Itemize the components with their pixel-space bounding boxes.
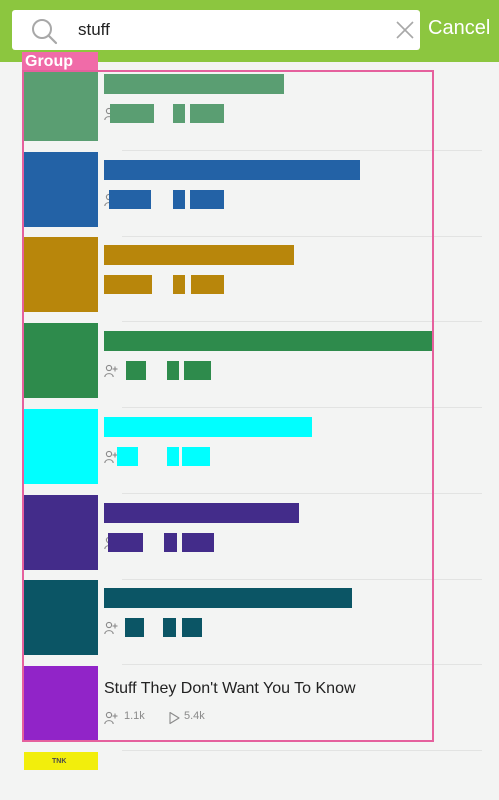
redacted-subscriber-count — [108, 533, 143, 552]
redacted-play-count — [182, 447, 210, 466]
redacted-play-icon — [173, 190, 185, 209]
partial-thumb-text: TNK — [52, 758, 67, 765]
clear-icon[interactable] — [396, 21, 414, 39]
redacted-play-count — [182, 618, 202, 637]
redacted-play-icon — [167, 447, 179, 466]
redacted-subscriber-count — [109, 190, 151, 209]
redacted-play-icon — [173, 104, 185, 123]
redacted-title — [104, 245, 294, 265]
row-divider — [122, 407, 482, 408]
result-row[interactable]: Stuff They Don't Want You To Know 1.1k 5.4… — [24, 666, 482, 751]
row-divider — [122, 321, 482, 322]
podcast-thumbnail — [24, 237, 98, 312]
podcast-thumbnail — [24, 495, 98, 570]
redacted-subscriber-count — [117, 447, 138, 466]
add-user-icon — [104, 711, 118, 725]
row-divider — [122, 750, 482, 751]
result-row[interactable] — [24, 237, 482, 322]
result-row[interactable] — [24, 323, 482, 408]
play-icon — [169, 711, 180, 725]
redacted-title — [104, 160, 360, 180]
redacted-play-count — [190, 104, 224, 123]
redacted-play-count — [191, 275, 224, 294]
redacted-subscriber-count — [125, 618, 144, 637]
redacted-play-count — [182, 533, 214, 552]
redacted-title — [104, 588, 352, 608]
podcast-thumbnail — [24, 323, 98, 398]
redacted-subscriber-count — [126, 361, 146, 380]
add-user-icon — [104, 621, 118, 635]
partial-result-thumbnail[interactable]: TNK — [24, 752, 98, 770]
search-icon — [32, 19, 58, 45]
podcast-thumbnail — [24, 666, 98, 741]
result-row[interactable] — [24, 152, 482, 237]
redacted-title — [104, 331, 432, 351]
row-divider — [122, 493, 482, 494]
row-divider — [122, 150, 482, 151]
row-divider — [122, 664, 482, 665]
add-user-icon — [104, 364, 118, 378]
group-label: Group — [22, 52, 98, 72]
add-user-icon — [104, 450, 118, 464]
redacted-title — [104, 503, 299, 523]
podcast-thumbnail — [24, 152, 98, 227]
result-row[interactable] — [24, 66, 482, 151]
cancel-button[interactable]: Cancel — [428, 17, 490, 40]
podcast-thumbnail — [24, 66, 98, 141]
redacted-subscriber-count — [110, 104, 154, 123]
search-input[interactable] — [78, 18, 368, 42]
redacted-play-count — [190, 190, 224, 209]
redacted-title — [104, 74, 284, 94]
redacted-play-icon — [173, 275, 185, 294]
redacted-play-icon — [167, 361, 179, 380]
subscriber-count: 1.1k — [124, 710, 145, 722]
redacted-subscriber-count — [104, 275, 152, 294]
podcast-title: Stuff They Don't Want You To Know — [104, 680, 356, 697]
podcast-thumbnail — [24, 580, 98, 655]
result-row[interactable] — [24, 409, 482, 494]
result-row[interactable] — [24, 495, 482, 580]
podcast-thumbnail — [24, 409, 98, 484]
redacted-title — [104, 417, 312, 437]
redacted-play-icon — [164, 533, 177, 552]
redacted-play-icon — [163, 618, 176, 637]
redacted-play-count — [184, 361, 211, 380]
result-row[interactable] — [24, 580, 482, 665]
search-box[interactable] — [12, 10, 420, 50]
play-count: 5.4k — [184, 710, 205, 722]
